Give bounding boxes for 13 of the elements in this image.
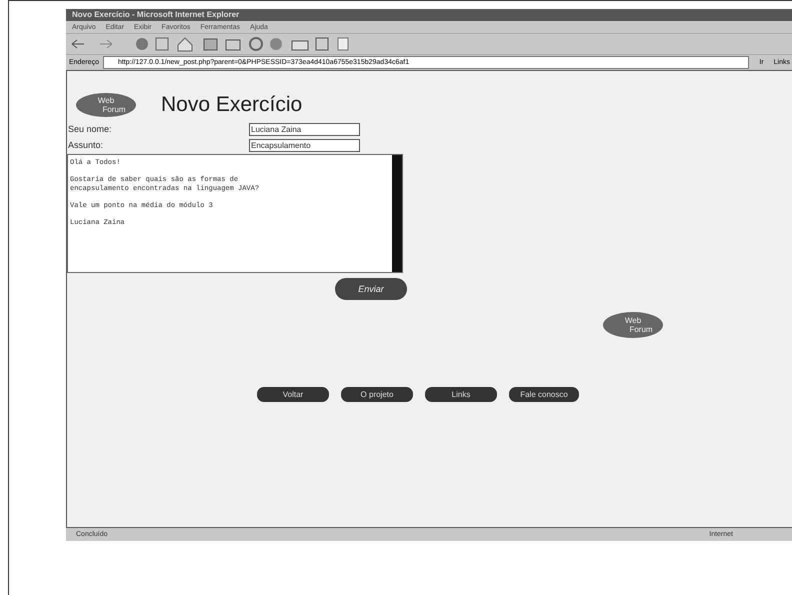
nav-button[interactable]: Fale conosco (509, 387, 579, 402)
nav-button[interactable]: Voltar (257, 387, 329, 402)
window-title: Novo Exercício - Microsoft Internet Explorer (66, 9, 792, 21)
field-label: Assunto: (68, 140, 104, 150)
forum-logo: Web Forum (603, 312, 663, 338)
nav-button[interactable]: O projeto (341, 387, 413, 402)
input-field[interactable]: Encapsulamento (249, 138, 360, 152)
forum-logo: Web Forum (76, 93, 136, 117)
send-button[interactable]: Enviar (335, 278, 407, 300)
field-label: Seu nome: (68, 124, 113, 134)
input-field[interactable]: Luciana Zaina (249, 122, 360, 136)
nav-button[interactable]: Links (425, 387, 497, 402)
page-title: Novo Exercício (161, 93, 302, 117)
